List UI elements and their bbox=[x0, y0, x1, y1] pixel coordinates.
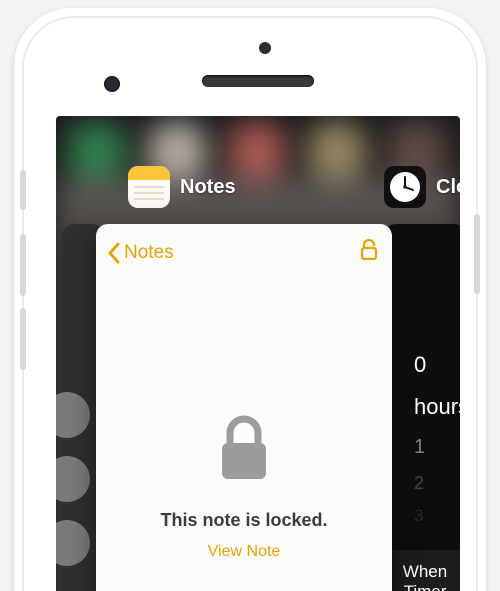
background-circle-icon bbox=[56, 456, 90, 502]
notes-body: This note is locked. View Note bbox=[96, 275, 392, 561]
picker-faded-value: 3 bbox=[414, 500, 460, 532]
switcher-label-text: Clock bbox=[436, 176, 460, 199]
locked-message: This note is locked. bbox=[96, 510, 392, 531]
picker-faded-value: 1 bbox=[414, 428, 460, 466]
device-frame: Notes Clock bbox=[14, 8, 486, 591]
view-note-button[interactable]: View Note bbox=[96, 543, 392, 561]
mute-switch-icon bbox=[20, 170, 26, 210]
screen: Notes Clock bbox=[56, 116, 460, 591]
switcher-card-clock[interactable]: 0 hours 1 2 3 When Timer Ends Cancel bbox=[384, 224, 460, 591]
clock-icon bbox=[384, 166, 426, 208]
viewport: Notes Clock bbox=[0, 0, 500, 591]
lock-large-icon bbox=[213, 413, 275, 492]
power-button-icon bbox=[474, 214, 480, 294]
volume-up-button-icon bbox=[20, 234, 26, 296]
switcher-label-text: Notes bbox=[180, 176, 236, 199]
switcher-label-notes[interactable]: Notes bbox=[128, 166, 236, 208]
switcher-label-clock[interactable]: Clock bbox=[384, 166, 460, 208]
sensor-dot-icon bbox=[259, 42, 271, 54]
speaker-grille-icon bbox=[202, 75, 314, 87]
notes-icon bbox=[128, 166, 170, 208]
lock-icon[interactable] bbox=[358, 238, 380, 267]
timer-hours-unit: hours bbox=[414, 394, 460, 419]
when-timer-ends-label: When Timer Ends bbox=[403, 562, 447, 591]
background-circle-icon bbox=[56, 392, 90, 438]
volume-down-button-icon bbox=[20, 308, 26, 370]
back-button[interactable]: Notes bbox=[106, 242, 174, 264]
picker-faded-value: 2 bbox=[414, 466, 460, 500]
timer-hours-value: 0 bbox=[414, 352, 426, 377]
chevron-left-icon bbox=[106, 242, 122, 264]
notes-nav-bar: Notes bbox=[96, 224, 392, 275]
switcher-card-notes[interactable]: Notes This note is locked. View Note bbox=[96, 224, 392, 591]
when-timer-ends-row[interactable]: When Timer Ends bbox=[384, 550, 460, 591]
background-circle-icon bbox=[56, 520, 90, 566]
front-camera-icon bbox=[104, 76, 120, 92]
device-inner: Notes Clock bbox=[22, 16, 478, 591]
back-button-label: Notes bbox=[124, 242, 174, 264]
timer-picker[interactable]: 0 hours 1 2 3 bbox=[384, 224, 460, 532]
